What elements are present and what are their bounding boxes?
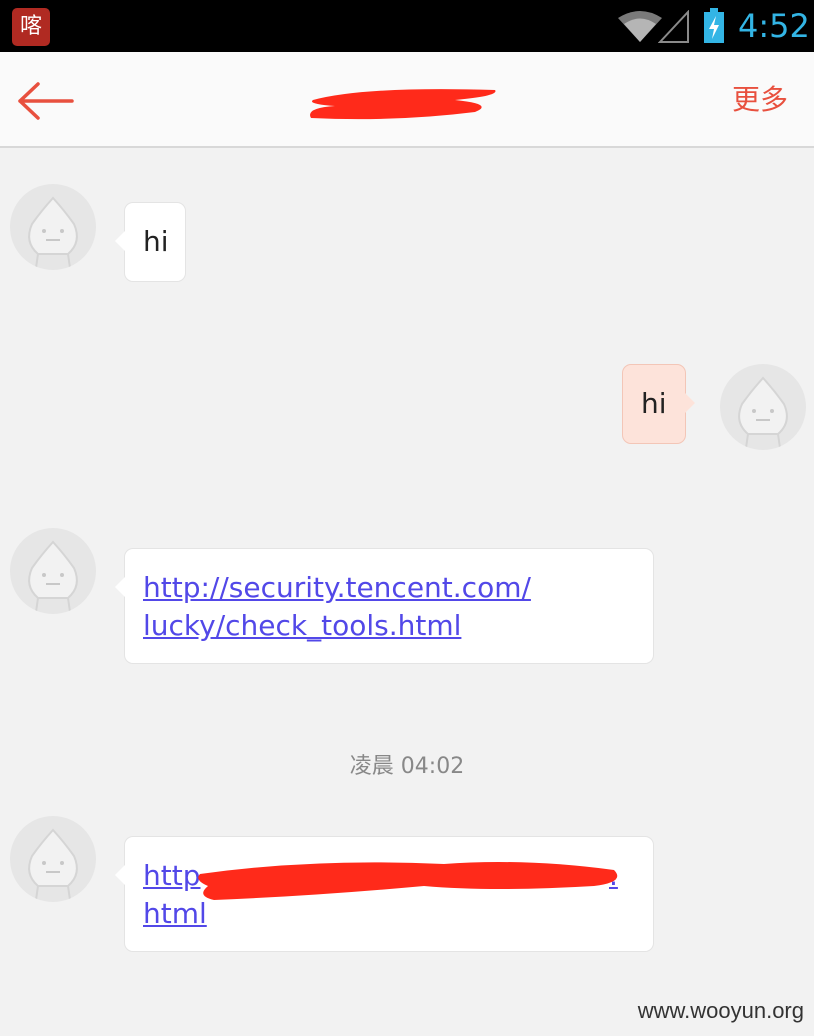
default-avatar-icon xyxy=(28,196,78,269)
app-notification-icon: 喀 xyxy=(12,8,50,46)
signal-icon xyxy=(658,10,689,43)
my-avatar[interactable] xyxy=(720,364,806,450)
clock: 4:52 xyxy=(738,7,810,45)
message-text: hi xyxy=(143,225,169,258)
contact-avatar[interactable] xyxy=(10,184,96,270)
contact-avatar[interactable] xyxy=(10,528,96,614)
contact-avatar[interactable] xyxy=(10,816,96,902)
default-avatar-icon xyxy=(28,828,78,901)
message-timestamp: 凌晨 04:02 xyxy=(349,754,465,779)
redacted-contact-name xyxy=(310,89,496,120)
message-link[interactable]: http://security.tencent.com/ xyxy=(143,569,635,607)
message-text: hi xyxy=(641,387,667,420)
status-bar: 喀 4:52 xyxy=(0,0,814,52)
back-arrow-icon xyxy=(18,82,74,120)
incoming-link-bubble[interactable]: http://security.tencent.com/ lucky/check… xyxy=(115,548,654,664)
redacted-url xyxy=(198,862,618,900)
default-avatar-icon xyxy=(738,376,788,449)
back-button[interactable] xyxy=(16,80,76,122)
chat-header: 更多 xyxy=(0,52,814,148)
wifi-icon xyxy=(618,11,662,42)
incoming-message-bubble[interactable]: hi xyxy=(115,202,186,282)
message-link[interactable]: http xyxy=(143,857,200,895)
more-button[interactable]: 更多 xyxy=(732,82,788,118)
outgoing-message-bubble[interactable]: hi xyxy=(622,364,695,444)
watermark: www.wooyun.org xyxy=(637,998,804,1023)
default-avatar-icon xyxy=(28,540,78,613)
battery-charging-icon xyxy=(704,8,724,43)
message-link-continued[interactable]: lucky/check_tools.html xyxy=(143,607,635,645)
